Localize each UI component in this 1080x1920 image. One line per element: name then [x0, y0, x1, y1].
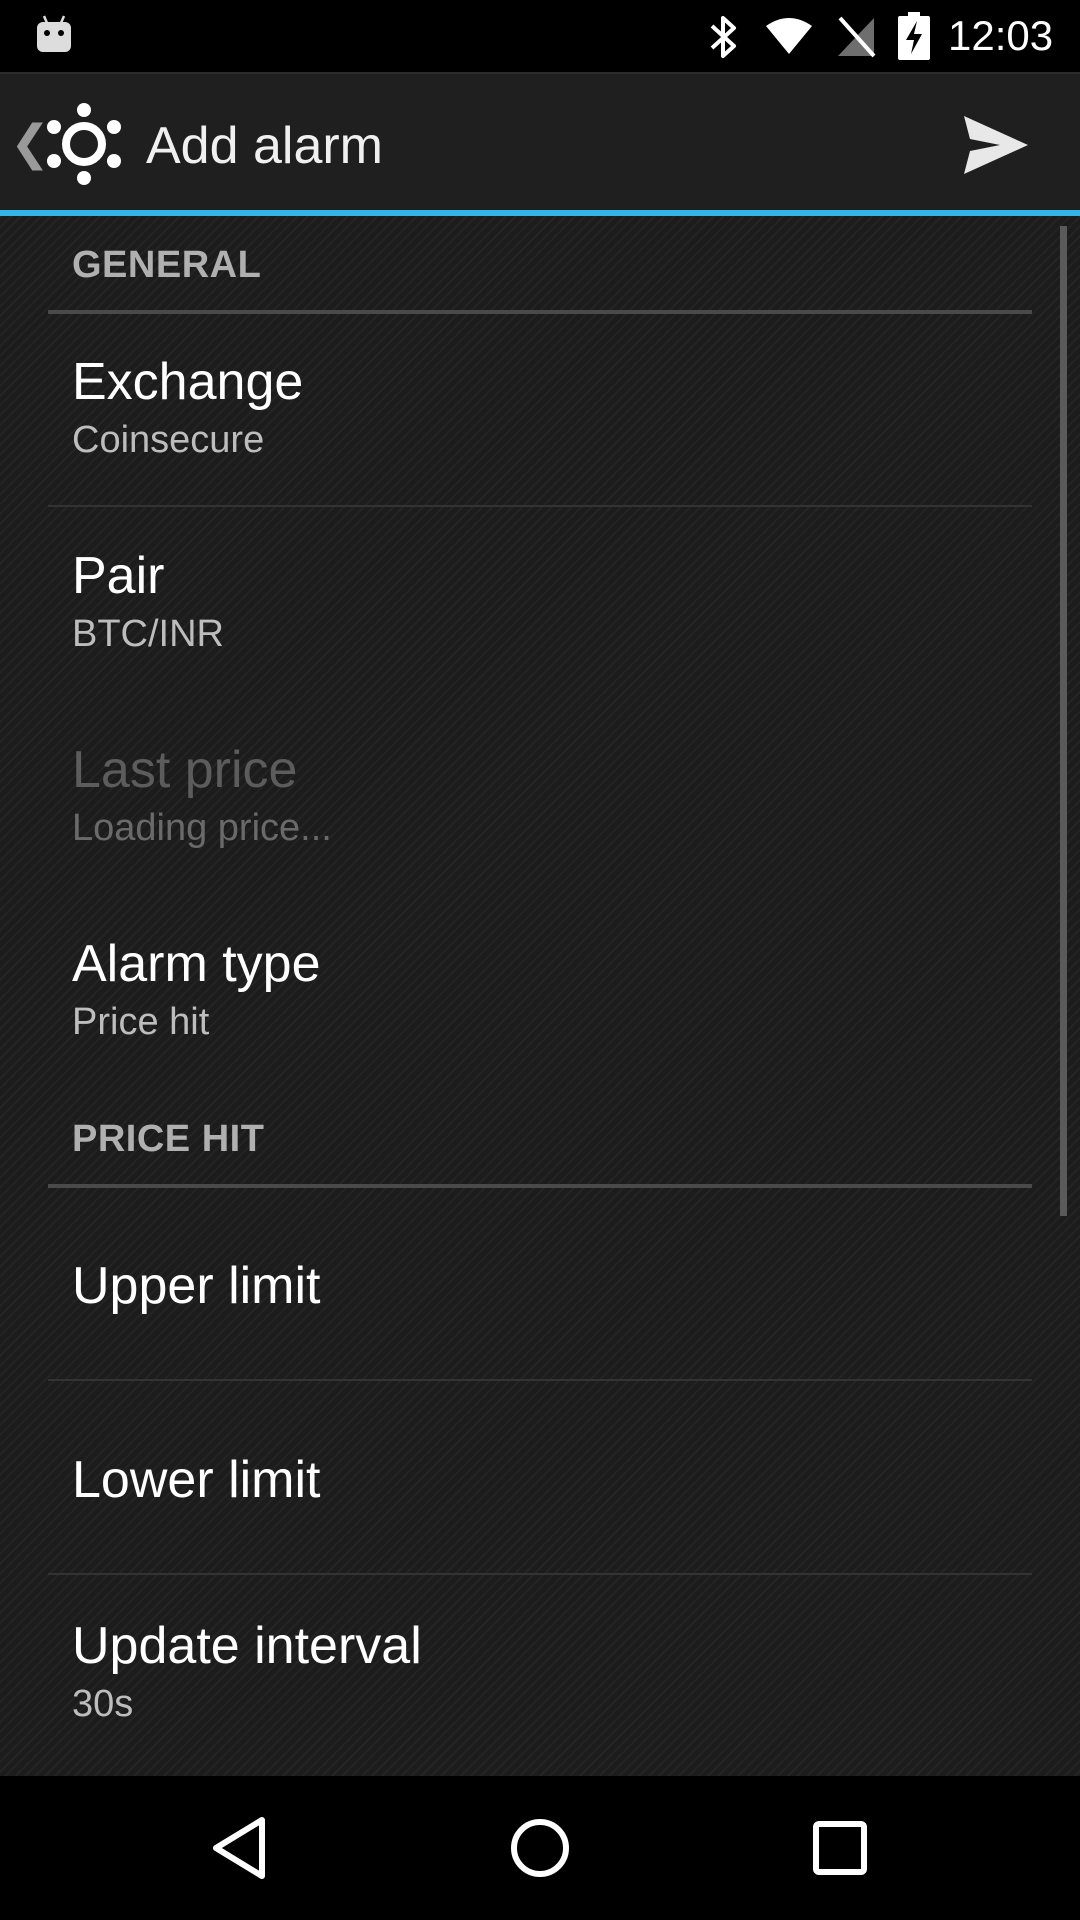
page-title: Add alarm — [146, 117, 383, 175]
pref-pair[interactable]: Pair BTC/INR — [0, 544, 1080, 694]
home-icon[interactable] — [508, 1816, 572, 1880]
pref-exchange[interactable]: Exchange Coinsecure — [0, 350, 1080, 500]
pref-lower-limit[interactable]: Lower limit — [0, 1448, 1080, 1568]
pref-alarm-type[interactable]: Alarm type Price hit — [0, 932, 1080, 1082]
screen: 12:03 ❮ Add alarm GENERAL Exchange Coins… — [0, 0, 1080, 1920]
list-divider — [48, 1573, 1032, 1575]
pref-upper-limit[interactable]: Upper limit — [0, 1254, 1080, 1374]
battery-charging-icon — [898, 12, 930, 60]
pref-summary: 30s — [72, 1683, 134, 1725]
pref-summary: Loading price... — [72, 807, 332, 849]
wifi-icon — [766, 18, 812, 54]
pref-title: Alarm type — [72, 935, 321, 993]
status-clock: 12:03 — [948, 12, 1054, 59]
category-divider — [48, 310, 1032, 314]
pref-summary: BTC/INR — [72, 613, 224, 655]
android-icon — [37, 15, 71, 52]
pref-update-interval[interactable]: Update interval 30s — [0, 1614, 1080, 1764]
pref-title: Upper limit — [72, 1257, 321, 1315]
pref-title: Lower limit — [72, 1451, 321, 1509]
back-icon[interactable] — [210, 1816, 270, 1880]
preference-list[interactable]: GENERAL Exchange Coinsecure Pair BTC/INR… — [0, 216, 1080, 1776]
pref-title: Exchange — [72, 353, 304, 411]
category-header-price-hit: PRICE HIT — [72, 1118, 265, 1160]
pref-title: Last price — [72, 741, 298, 799]
pref-title: Pair — [72, 547, 165, 605]
navigation-bar — [0, 1776, 1080, 1920]
action-bar: ❮ Add alarm — [0, 72, 1080, 212]
scrollbar[interactable] — [1060, 226, 1067, 1216]
no-signal-icon — [838, 16, 876, 58]
list-divider — [48, 505, 1032, 507]
app-logo-icon[interactable] — [42, 102, 126, 186]
pref-title: Update interval — [72, 1617, 422, 1675]
recents-icon[interactable] — [812, 1820, 868, 1876]
category-header-general: GENERAL — [72, 244, 262, 286]
pref-summary: Price hit — [72, 1001, 210, 1043]
list-divider — [48, 1379, 1032, 1381]
status-bar: 12:03 — [0, 0, 1080, 72]
category-divider — [48, 1184, 1032, 1188]
pref-summary: Coinsecure — [72, 419, 265, 461]
pref-last-price: Last price Loading price... — [0, 738, 1080, 888]
send-icon[interactable] — [956, 110, 1036, 180]
bluetooth-icon — [710, 16, 736, 58]
